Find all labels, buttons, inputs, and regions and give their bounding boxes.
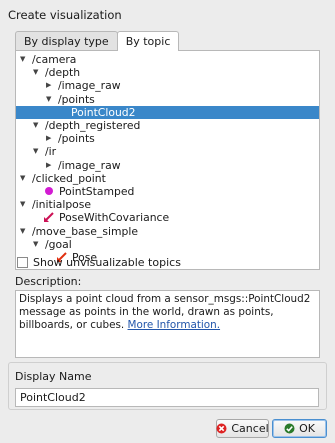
- description-label: Description:: [15, 275, 82, 288]
- ok-label: OK: [299, 422, 315, 435]
- topic-tree[interactable]: ▼/camera ▼/depth ▶/image_raw ▼/points PointC…: [15, 50, 320, 270]
- expand-arrow-icon[interactable]: ▼: [20, 198, 25, 211]
- tree-item-label: /points: [58, 92, 95, 106]
- expand-arrow-icon[interactable]: ▼: [33, 238, 38, 251]
- tree-item-label: /points: [58, 132, 95, 146]
- show-unvisualizable-label: Show unvisualizable topics: [33, 255, 181, 269]
- show-unvisualizable-option[interactable]: Show unvisualizable topics: [17, 255, 181, 269]
- tree-item-label: /depth_registered: [45, 119, 141, 132]
- tab-by-topic[interactable]: By topic: [116, 31, 180, 51]
- description-box: Displays a point cloud from a sensor_msg…: [15, 290, 320, 358]
- tree-row[interactable]: ▼ /clicked_point: [16, 172, 319, 185]
- tree-row[interactable]: PointStamped: [16, 185, 319, 198]
- tree-row[interactable]: ▼ /move_base_simple: [16, 225, 319, 238]
- tree-row[interactable]: ▼ /camera: [16, 53, 319, 66]
- expand-arrow-icon[interactable]: ▼: [33, 145, 38, 158]
- tree-row[interactable]: ▼ /depth: [16, 66, 319, 79]
- tree-item-label: PointStamped: [59, 185, 135, 198]
- tree-row[interactable]: ▶ /image_raw: [16, 79, 319, 92]
- tree-row[interactable]: ▼ /points: [16, 93, 319, 106]
- tree-item-label: /goal: [45, 237, 72, 251]
- tree-item-label: /ir: [45, 145, 57, 159]
- expand-arrow-icon[interactable]: ▼: [33, 66, 38, 79]
- pose-covariance-icon: [43, 212, 54, 223]
- expand-arrow-icon[interactable]: ▼: [20, 225, 25, 238]
- tree-row[interactable]: ▼ /ir: [16, 145, 319, 158]
- more-information-link[interactable]: More Information.: [128, 319, 221, 331]
- expand-arrow-icon[interactable]: ▼: [20, 53, 25, 66]
- show-unvisualizable-checkbox[interactable]: [17, 256, 28, 268]
- tree-row[interactable]: ▼ /goal: [16, 238, 319, 251]
- collapse-arrow-icon[interactable]: ▶: [46, 159, 51, 172]
- collapse-arrow-icon[interactable]: ▶: [46, 79, 51, 92]
- expand-arrow-icon[interactable]: ▼: [20, 172, 25, 185]
- tree-item-label: /clicked_point: [32, 171, 106, 185]
- tab-bar: By display type By topic: [15, 31, 180, 51]
- tree-row[interactable]: PointCloud2: [16, 105, 319, 119]
- tree-row[interactable]: ▶ /image_raw: [16, 159, 319, 172]
- tree-row[interactable]: ▼ /depth_registered: [16, 119, 319, 132]
- expand-arrow-icon[interactable]: ▼: [33, 119, 38, 132]
- point-dot-icon: [45, 187, 53, 195]
- tree-item-label: PoseWithCovariance: [59, 211, 170, 225]
- tree-item-label: /move_base_simple: [32, 224, 138, 238]
- tree-row[interactable]: PoseWithCovariance: [16, 211, 319, 224]
- cancel-label: Cancel: [231, 422, 269, 435]
- display-name-label: Display Name: [15, 370, 92, 383]
- cancel-icon: [216, 423, 227, 434]
- ok-button[interactable]: OK: [272, 419, 327, 438]
- display-name-input[interactable]: [15, 388, 319, 407]
- tree-row[interactable]: ▼ /initialpose: [16, 198, 319, 211]
- tree-item-label: /initialpose: [32, 198, 92, 212]
- tree-item-label: /depth: [45, 66, 81, 80]
- expand-arrow-icon[interactable]: ▼: [46, 93, 51, 106]
- tree-item-label: /image_raw: [58, 158, 121, 172]
- ok-icon: [284, 423, 295, 434]
- tab-by-display-type[interactable]: By display type: [15, 31, 118, 50]
- tree-row[interactable]: ▶ /points: [16, 132, 319, 145]
- tree-item-label: /camera: [32, 53, 77, 66]
- tree-item-label: PointCloud2: [71, 105, 136, 119]
- collapse-arrow-icon[interactable]: ▶: [46, 132, 51, 145]
- tree-item-label: /image_raw: [58, 79, 121, 93]
- cancel-button[interactable]: Cancel: [216, 419, 269, 438]
- window-title: Create visualization: [8, 8, 122, 22]
